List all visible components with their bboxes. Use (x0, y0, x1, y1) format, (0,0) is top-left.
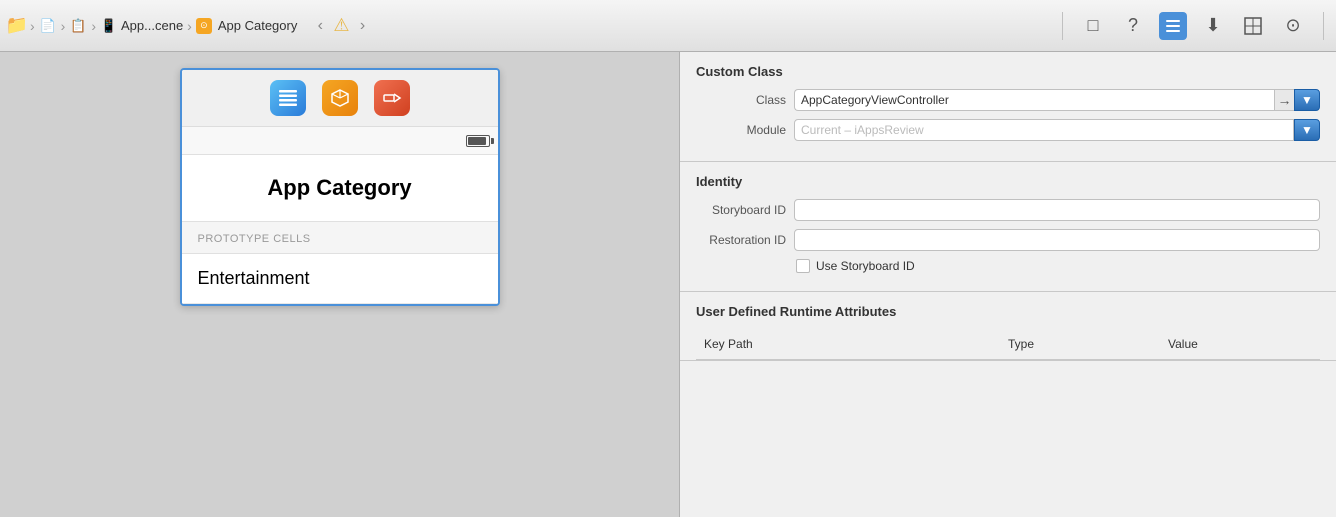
col-key-path: Key Path (696, 333, 1000, 355)
help-toolbar-btn[interactable]: ? (1119, 12, 1147, 40)
size-toolbar-btn[interactable] (1239, 12, 1267, 40)
file1-icon: 📄 (39, 17, 57, 35)
folder-icon: 📁 (8, 17, 26, 35)
sep2: › (61, 18, 66, 34)
breadcrumb-scene[interactable]: 📱 App...cene (100, 17, 183, 35)
battery-fill (468, 137, 486, 145)
restoration-id-row: Restoration ID (696, 229, 1320, 251)
breadcrumb-folder[interactable]: 📁 (8, 17, 26, 35)
class-label: Class (696, 93, 786, 107)
identity-title: Identity (696, 174, 1320, 189)
restoration-id-input[interactable] (794, 229, 1320, 251)
exit-svg (381, 87, 403, 109)
module-input-group: Current – iAppsReview ▼ (794, 119, 1320, 141)
sep4: › (187, 18, 192, 34)
nav-arrows: ‹ ⚠ › (309, 15, 373, 37)
vc-cell-1: Entertainment (182, 254, 498, 304)
vc-title-area: App Category (182, 155, 498, 222)
user-defined-title: User Defined Runtime Attributes (696, 304, 1320, 319)
canvas-panel: App Category PROTOTYPE CELLS Entertainme… (0, 52, 680, 517)
warning-icon: ⚠ (333, 15, 349, 37)
toolbar-right: □ ? ⬇ ⊙ (1058, 12, 1328, 40)
scene-label: App...cene (121, 18, 183, 33)
use-storyboard-row: Use Storyboard ID (696, 259, 1320, 273)
identity-icon (1164, 17, 1182, 35)
file2-icon: 📋 (69, 17, 87, 35)
col-type: Type (1000, 333, 1160, 355)
back-arrow[interactable]: ‹ (309, 15, 331, 37)
sep3: › (91, 18, 96, 34)
module-row: Module Current – iAppsReview ▼ (696, 119, 1320, 141)
storyboard-id-label: Storyboard ID (696, 203, 786, 217)
prototype-label: PROTOTYPE CELLS (198, 233, 311, 245)
toolbar-sep1 (1062, 12, 1063, 40)
tableview-icon (270, 80, 306, 116)
user-defined-table-header: Key Path Type Value (696, 329, 1320, 360)
vc-title: App Category (198, 175, 482, 201)
size-icon (1244, 17, 1262, 35)
class-input-group: → ▼ (794, 89, 1320, 111)
identity-section: Identity Storyboard ID Restoration ID Us… (680, 162, 1336, 292)
custom-class-title: Custom Class (696, 64, 1320, 79)
file-toolbar-btn[interactable]: □ (1079, 12, 1107, 40)
module-placeholder: Current – iAppsReview (801, 123, 924, 137)
vc-status-bar (182, 127, 498, 155)
vc-toolbar (182, 70, 498, 127)
attributes-toolbar-btn[interactable]: ⬇ (1199, 12, 1227, 40)
use-storyboard-label: Use Storyboard ID (816, 259, 915, 273)
class-input[interactable] (794, 89, 1274, 111)
vc-prototype-header: PROTOTYPE CELLS (182, 222, 498, 254)
forward-arrow[interactable]: › (351, 15, 373, 37)
class-arrow-btn[interactable]: → (1274, 89, 1294, 111)
breadcrumb-file2[interactable]: 📋 (69, 17, 87, 35)
scene-icon: 📱 (100, 17, 118, 35)
connections-toolbar-btn[interactable]: ⊙ (1279, 12, 1307, 40)
category-label: App Category (218, 18, 298, 33)
battery-icon (466, 135, 490, 147)
storyboard-id-row: Storyboard ID (696, 199, 1320, 221)
cube-icon (322, 80, 358, 116)
inspector-panel: Custom Class Class → ▼ Module Current – … (680, 52, 1336, 517)
user-defined-section: User Defined Runtime Attributes Key Path… (680, 292, 1336, 361)
main-content: App Category PROTOTYPE CELLS Entertainme… (0, 52, 1336, 517)
cell-text: Entertainment (198, 268, 310, 288)
module-input[interactable]: Current – iAppsReview (794, 119, 1294, 141)
use-storyboard-checkbox[interactable] (796, 259, 810, 273)
module-dropdown-btn[interactable]: ▼ (1294, 119, 1320, 141)
class-row: Class → ▼ (696, 89, 1320, 111)
toolbar-sep2 (1323, 12, 1324, 40)
breadcrumb-category[interactable]: ⊙ App Category (196, 18, 298, 34)
breadcrumb-file1[interactable]: 📄 (39, 17, 57, 35)
col-value: Value (1160, 333, 1320, 355)
custom-class-section: Custom Class Class → ▼ Module Current – … (680, 52, 1336, 162)
cube-svg (329, 87, 351, 109)
sep1: › (30, 18, 35, 34)
module-label: Module (696, 123, 786, 137)
class-dropdown-btn[interactable]: ▼ (1294, 89, 1320, 111)
restoration-id-label: Restoration ID (696, 233, 786, 247)
toolbar: 📁 › 📄 › 📋 › 📱 App...cene › ⊙ App Categor… (0, 0, 1336, 52)
exit-icon (374, 80, 410, 116)
storyboard-id-input[interactable] (794, 199, 1320, 221)
view-controller: App Category PROTOTYPE CELLS Entertainme… (180, 68, 500, 306)
tableview-svg (277, 87, 299, 109)
identity-toolbar-btn[interactable] (1159, 12, 1187, 40)
category-icon: ⊙ (196, 18, 212, 34)
breadcrumb: 📁 › 📄 › 📋 › 📱 App...cene › ⊙ App Categor… (8, 15, 1054, 37)
